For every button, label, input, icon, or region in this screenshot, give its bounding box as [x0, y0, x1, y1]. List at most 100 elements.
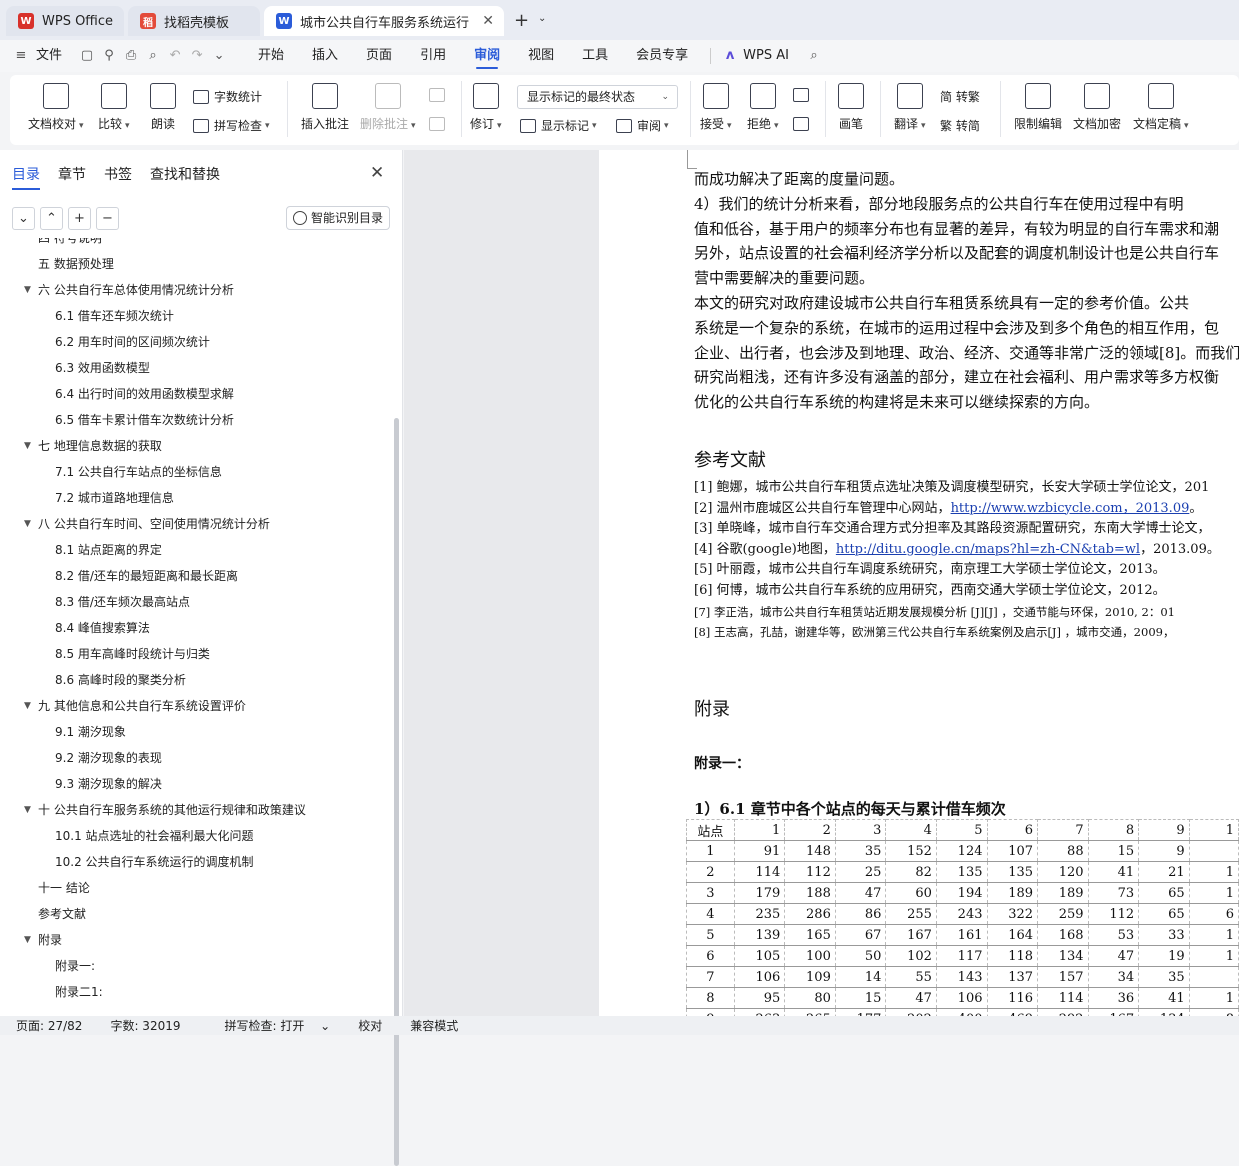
compare-button[interactable]: 比较 ▾ [98, 83, 130, 132]
toc-item[interactable]: 十 公共自行车服务系统的其他运行规律和政策建议 [38, 799, 306, 821]
scrollbar[interactable] [394, 418, 399, 1166]
toc-item[interactable]: 8.6 高峰时段的聚类分析 [55, 669, 186, 691]
word-count[interactable]: 字数: 32019 [110, 1017, 180, 1034]
expand-arrow-icon[interactable]: ▼ [24, 285, 31, 295]
expand-arrow-icon[interactable]: ▼ [24, 441, 31, 451]
spell-check-status[interactable]: 拼写检查: 打开 ⌄ [209, 1017, 331, 1034]
toc-item[interactable]: 五 数据预处理 [38, 253, 114, 275]
menu-wps-ai[interactable]: WPS AI [741, 40, 803, 72]
toc-item[interactable]: 7.2 城市道路地理信息 [55, 487, 174, 509]
toc-item[interactable]: 6.3 效用函数模型 [55, 357, 150, 379]
menu-page[interactable]: 页面 [352, 40, 406, 72]
hamburger-menu-icon[interactable]: ≡ [10, 46, 32, 66]
tab-docer-templates[interactable]: 稻 找稻壳模板 [128, 6, 260, 36]
remove-heading-button[interactable]: − [96, 207, 119, 230]
page-indicator[interactable]: 页面: 27/82 [16, 1017, 82, 1034]
document-page[interactable]: 而成功解决了距离的度量问题。 4）我们的统计分析来看，部分地段服务点的公共自行车… [599, 150, 1239, 1016]
toc-item[interactable]: 6.1 借车还车频次统计 [55, 305, 174, 327]
menu-reference[interactable]: 引用 [406, 40, 460, 72]
to-simplified-button[interactable]: 繁 转简 [940, 117, 980, 134]
reference-link[interactable]: http://www.wzbicycle.com，2013.09 [951, 501, 1190, 516]
smart-toc-button[interactable]: 智能识别目录 [286, 206, 390, 230]
tab-sections[interactable]: 章节 [58, 164, 86, 184]
close-icon[interactable]: ✕ [370, 163, 384, 183]
toc-item[interactable]: 10.2 公共自行车系统运行的调度机制 [55, 851, 254, 873]
tab-find-replace[interactable]: 查找和替换 [150, 164, 220, 184]
tab-wps-office[interactable]: W WPS Office [6, 6, 124, 36]
read-aloud-button[interactable]: 朗读 [150, 83, 176, 132]
menu-file[interactable]: 文件 [32, 40, 76, 72]
spell-check-button[interactable]: 拼写检查 ▾ [193, 117, 270, 134]
toc-item[interactable]: 6.5 借车卡累计借车次数统计分析 [55, 409, 234, 431]
restrict-edit-button[interactable]: 限制编辑 [1014, 83, 1062, 132]
toc-item[interactable]: 附录 [38, 929, 62, 951]
insert-comment-button[interactable]: 插入批注 [301, 83, 349, 132]
review-pane-button[interactable]: 审阅 ▾ [616, 117, 669, 134]
toc-item[interactable]: 8.1 站点距离的界定 [55, 539, 162, 561]
next-comment-button[interactable] [429, 117, 450, 131]
toc-item[interactable]: 附录一: [55, 955, 95, 977]
tab-toc[interactable]: 目录 [12, 164, 40, 184]
menu-member[interactable]: 会员专享 [622, 40, 702, 72]
delete-comment-button[interactable]: 删除批注 ▾ [360, 83, 416, 132]
toc-item[interactable]: 九 其他信息和公共自行车系统设置评价 [38, 695, 246, 717]
print-preview-icon[interactable]: ⌕ [142, 46, 164, 66]
doc-check-button[interactable]: 文档校对 ▾ [28, 83, 84, 132]
proofread-status[interactable]: 校对 [358, 1017, 382, 1034]
toc-item[interactable]: 6.4 出行时间的效用函数模型求解 [55, 383, 234, 405]
doc-encrypt-button[interactable]: 文档加密 [1073, 83, 1121, 132]
toc-item[interactable]: 四 符号说明 [38, 238, 102, 249]
expand-arrow-icon[interactable]: ▼ [24, 935, 31, 945]
expand-arrow-icon[interactable]: ▼ [24, 519, 31, 529]
toc-item[interactable]: 八 公共自行车时间、空间使用情况统计分析 [38, 513, 270, 535]
reference-link[interactable]: http://ditu.google.cn/maps?hl=zh-CN&tab=… [836, 542, 1140, 557]
word-count-button[interactable]: 字数统计 [193, 88, 262, 105]
redo-icon[interactable]: ↷ [186, 46, 208, 66]
prev-change-button[interactable] [793, 88, 814, 102]
toc-item[interactable]: 9.2 潮汐现象的表现 [55, 747, 162, 769]
search-icon[interactable]: ⌕ [803, 46, 825, 66]
close-tab-icon[interactable]: ✕ [482, 13, 494, 29]
expand-up-button[interactable]: ⌃ [40, 207, 63, 230]
undo-icon[interactable]: ↶ [164, 46, 186, 66]
toc-item[interactable]: 9.3 潮汐现象的解决 [55, 773, 162, 795]
toc-item[interactable]: 6.2 用车时间的区间频次统计 [55, 331, 210, 353]
menu-insert[interactable]: 插入 [298, 40, 352, 72]
show-markup-button[interactable]: 显示标记 ▾ [520, 117, 597, 134]
menu-review[interactable]: 审阅 [460, 40, 514, 72]
add-heading-button[interactable]: + [68, 207, 91, 230]
toc-item[interactable]: 附录二1: [55, 981, 103, 1003]
toc-item[interactable]: 9.1 潮汐现象 [55, 721, 126, 743]
new-tab-icon[interactable]: + [514, 10, 529, 31]
toc-item[interactable]: 8.5 用车高峰时段统计与归类 [55, 643, 210, 665]
tab-current-document[interactable]: W 城市公共自行车服务系统运行 ✕ [264, 6, 504, 36]
toc-item[interactable]: 8.4 峰值搜索算法 [55, 617, 150, 639]
prev-comment-button[interactable] [429, 88, 450, 102]
toc-item[interactable]: 七 地理信息数据的获取 [38, 435, 162, 457]
translate-button[interactable]: 翻译 ▾ [894, 83, 926, 132]
collapse-all-button[interactable]: ⌄ [12, 207, 35, 230]
accept-button[interactable]: 接受 ▾ [700, 83, 732, 132]
toc-item[interactable]: 8.2 借/还车的最短距离和最长距离 [55, 565, 238, 587]
track-changes-button[interactable]: 修订 ▾ [470, 83, 502, 132]
menu-start[interactable]: 开始 [244, 40, 298, 72]
chevron-down-icon[interactable]: ⌄ [538, 13, 546, 24]
toc-item[interactable]: 十一 结论 [38, 877, 90, 899]
chevron-down-icon[interactable]: ⌄ [208, 46, 230, 66]
to-traditional-button[interactable]: 简 转繁 [940, 88, 980, 105]
menu-view[interactable]: 视图 [514, 40, 568, 72]
reject-button[interactable]: 拒绝 ▾ [747, 83, 779, 132]
tab-bookmarks[interactable]: 书签 [104, 164, 132, 184]
toc-item[interactable]: 8.3 借/还车频次最高站点 [55, 591, 190, 613]
expand-arrow-icon[interactable]: ▼ [24, 805, 31, 815]
toc-item[interactable]: 参考文献 [38, 903, 86, 925]
doc-finalize-button[interactable]: 文档定稿 ▾ [1133, 83, 1189, 132]
toc-item[interactable]: 7.1 公共自行车站点的坐标信息 [55, 461, 222, 483]
share-icon[interactable]: ⚲ [98, 46, 120, 66]
toc-item[interactable]: 10.1 站点选址的社会福利最大化问题 [55, 825, 254, 847]
next-change-button[interactable] [793, 117, 814, 131]
toc-item[interactable]: 六 公共自行车总体使用情况统计分析 [38, 279, 234, 301]
track-state-select[interactable]: 显示标记的最终状态 ⌄ [517, 85, 678, 109]
menu-tools[interactable]: 工具 [568, 40, 622, 72]
print-icon[interactable]: ⎙ [120, 46, 142, 66]
